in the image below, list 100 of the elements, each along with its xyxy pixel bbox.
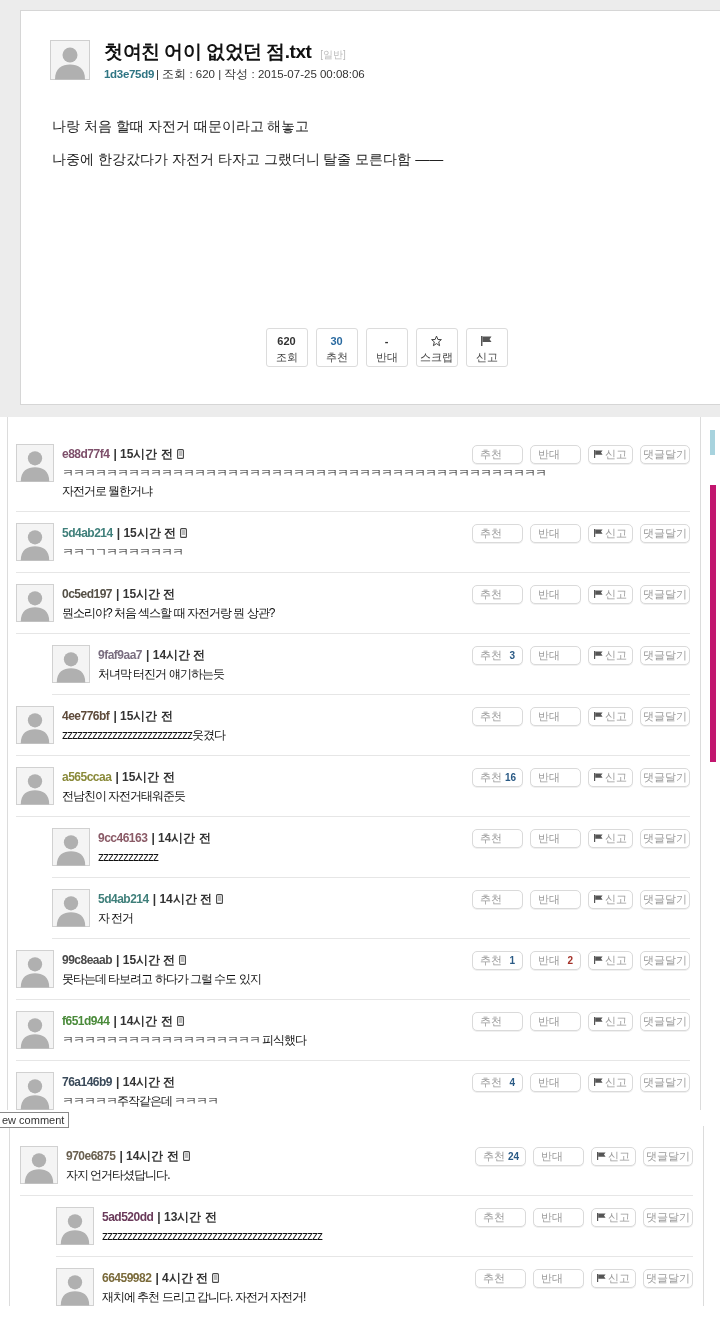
comment-time: | 15시간 전 — [113, 707, 173, 725]
comment-text: ㅋㅋㅋㅋㅋㅋㅋㅋㅋㅋㅋㅋㅋㅋㅋㅋㅋㅋ 피식했다 — [62, 1032, 308, 1049]
reply-button[interactable]: 댓글달기 — [640, 1072, 690, 1092]
reply-button[interactable]: 댓글달기 — [640, 828, 690, 848]
report-button[interactable]: 신고 — [588, 828, 633, 848]
comment-author[interactable]: 970e6875 — [66, 1149, 116, 1163]
oppose-button[interactable]: 반대 — [530, 584, 581, 604]
reply-button[interactable]: 댓글달기 — [640, 584, 690, 604]
recommend-button[interactable]: 추천 — [472, 828, 523, 848]
comment-author[interactable]: f651d944 — [62, 1014, 110, 1028]
reply-button[interactable]: 댓글달기 — [643, 1268, 693, 1288]
reply-button[interactable]: 댓글달기 — [640, 645, 690, 665]
oppose-button[interactable]: 반대 — [530, 767, 581, 787]
oppose-button[interactable]: 반대 — [530, 523, 581, 543]
report-button[interactable]: 신고 — [591, 1268, 636, 1288]
comment-author[interactable]: 66459982 — [102, 1271, 152, 1285]
comment-author[interactable]: e88d77f4 — [62, 447, 110, 461]
comment-author[interactable]: 76a146b9 — [62, 1075, 113, 1089]
recommend-button[interactable]: 30 추천 — [315, 328, 358, 367]
recommend-button[interactable]: 추천 24 — [475, 1146, 526, 1166]
oppose-button[interactable]: 반대 2 — [530, 950, 581, 970]
report-button[interactable]: 신고 — [588, 645, 633, 665]
report-button[interactable]: 신고 — [588, 444, 633, 464]
reply-button[interactable]: 댓글달기 — [640, 950, 690, 970]
flag-icon — [481, 335, 492, 347]
post-text: 나중에 한강갔다가 자전거 타자고 그랬더니 탈줄 모른다함 —— — [52, 150, 445, 169]
recommend-button[interactable]: 추천 — [472, 523, 523, 543]
avatar-icon — [16, 706, 54, 744]
oppose-button[interactable]: 반대 — [530, 645, 581, 665]
comment-text: 자지 언거타셨답니다. — [66, 1167, 171, 1184]
report-button[interactable]: 신고 — [588, 889, 633, 909]
comment-text: 자 전거 — [98, 910, 135, 927]
reply-button[interactable]: 댓글달기 — [640, 767, 690, 787]
report-button[interactable]: 신고 — [588, 767, 633, 787]
author-link[interactable]: 1d3e75d9 — [104, 66, 155, 82]
avatar-icon — [56, 1207, 94, 1245]
report-button[interactable]: 신고 — [588, 706, 633, 726]
oppose-button[interactable]: 반대 — [533, 1268, 584, 1288]
report-button[interactable]: 신고 — [591, 1207, 636, 1227]
tooltip: ew comment — [0, 1112, 70, 1128]
recommend-button[interactable]: 추천 1 — [472, 950, 523, 970]
comment-author[interactable]: 5d4ab214 — [62, 526, 113, 540]
reply-button[interactable]: 댓글달기 — [643, 1207, 693, 1227]
report-button[interactable]: 신고 — [588, 584, 633, 604]
recommend-button[interactable]: 추천 — [472, 889, 523, 909]
comment-author[interactable]: 5d4ab214 — [98, 892, 149, 906]
flag-icon — [594, 651, 603, 659]
comment-author[interactable]: 9cc46163 — [98, 831, 148, 845]
recommend-button[interactable]: 추천 16 — [472, 767, 523, 787]
report-button[interactable]: 신고 — [588, 523, 633, 543]
oppose-button[interactable]: 반대 — [530, 828, 581, 848]
reply-button[interactable]: 댓글달기 — [643, 1146, 693, 1166]
comment-time: | 15시간 전 — [116, 951, 176, 969]
recommend-button[interactable]: 추천 — [472, 584, 523, 604]
comment-author[interactable]: 5ad520dd — [102, 1210, 154, 1224]
flag-icon — [594, 712, 603, 720]
recommend-button[interactable]: 추천 4 — [472, 1072, 523, 1092]
avatar-icon — [16, 584, 54, 622]
flag-icon — [594, 1078, 603, 1086]
comment-author[interactable]: 4ee776bf — [62, 709, 110, 723]
avatar-icon — [52, 889, 90, 927]
reply-button[interactable]: 댓글달기 — [640, 1011, 690, 1031]
recommend-button[interactable]: 추천 — [475, 1207, 526, 1227]
scrap-button[interactable]: 스크랩 — [415, 328, 458, 367]
recommend-button[interactable]: 추천 3 — [472, 645, 523, 665]
flag-icon — [597, 1213, 606, 1221]
report-button[interactable]: 신고 — [588, 1011, 633, 1031]
comment-author[interactable]: 99c8eaab — [62, 953, 113, 967]
oppose-button[interactable]: 반대 — [533, 1207, 584, 1227]
comment-time: | 14시간 전 — [152, 890, 213, 908]
reply-button[interactable]: 댓글달기 — [640, 706, 690, 726]
comment-author[interactable]: a565ccaa — [62, 770, 112, 784]
oppose-button[interactable]: 반대 — [530, 1011, 581, 1031]
view-count-button[interactable]: 620 조회 — [265, 328, 308, 367]
oppose-button[interactable]: 반대 — [530, 889, 581, 909]
oppose-button[interactable]: 반대 — [530, 706, 581, 726]
avatar-icon — [16, 767, 54, 805]
oppose-button[interactable]: 반대 — [533, 1146, 584, 1166]
avatar-icon — [20, 1146, 58, 1184]
reply-button[interactable]: 댓글달기 — [640, 444, 690, 464]
recommend-button[interactable]: 추천 — [475, 1268, 526, 1288]
oppose-button[interactable]: 반대 — [530, 1072, 581, 1092]
report-button[interactable]: 신고 — [588, 1072, 633, 1092]
reply-button[interactable]: 댓글달기 — [640, 889, 690, 909]
comment-text: 못타는데 타보려고 하다가 그럴 수도 있지 — [62, 971, 262, 988]
comment-author[interactable]: 9faf9aa7 — [98, 648, 143, 662]
scrollbar-thumb[interactable] — [710, 430, 715, 455]
reply-button[interactable]: 댓글달기 — [640, 523, 690, 543]
report-button[interactable]: 신고 — [588, 950, 633, 970]
recommend-button[interactable]: 추천 — [472, 1011, 523, 1031]
recommend-button[interactable]: 추천 — [472, 444, 523, 464]
flag-icon — [594, 450, 603, 458]
oppose-button[interactable]: - 반대 — [365, 328, 408, 367]
oppose-button[interactable]: 반대 — [530, 444, 581, 464]
recommend-button[interactable]: 추천 — [472, 706, 523, 726]
report-button[interactable]: 신고 — [465, 328, 508, 367]
comment-author[interactable]: 0c5ed197 — [62, 587, 113, 601]
avatar-icon — [16, 523, 54, 561]
avatar-icon — [16, 444, 54, 482]
report-button[interactable]: 신고 — [591, 1146, 636, 1166]
